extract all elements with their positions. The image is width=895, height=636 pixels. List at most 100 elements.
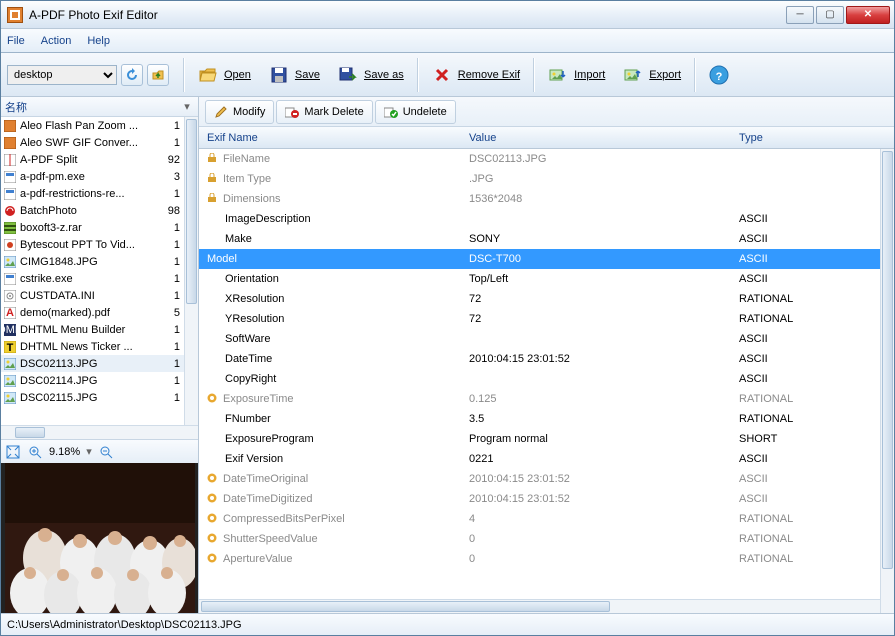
exif-row[interactable]: Dimensions1536*2048 [199,189,880,209]
file-vscrollbar[interactable] [184,117,198,425]
exif-col-name[interactable]: Exif Name [199,132,469,144]
zoom-dropdown-icon[interactable]: ▾ [86,445,92,458]
exif-col-type[interactable]: Type [739,132,894,144]
refresh-icon [125,68,139,82]
file-icon: T [3,340,17,354]
warn-icon [207,533,219,545]
exif-type: ASCII [739,233,880,245]
exif-type: ASCII [739,473,880,485]
file-icon [3,289,17,303]
exif-row[interactable]: ModelDSC-T700ASCII [199,249,880,269]
file-row[interactable]: TDHTML News Ticker ...1 [1,338,184,355]
maximize-button[interactable]: ▢ [816,6,844,24]
file-count: 5 [162,307,182,319]
file-name: Aleo SWF GIF Conver... [20,137,162,149]
exif-row[interactable]: ShutterSpeedValue0RATIONAL [199,529,880,549]
file-row[interactable]: a-pdf-pm.exe3 [1,168,184,185]
file-row[interactable]: DSC02115.JPG1 [1,389,184,406]
file-row[interactable]: Ademo(marked).pdf5 [1,304,184,321]
file-icon [3,119,17,133]
help-button[interactable]: ? [700,58,738,92]
saveas-button[interactable]: Save as [329,58,413,92]
zoom-out-icon[interactable] [98,444,114,460]
exif-row[interactable]: MakeSONYASCII [199,229,880,249]
exif-type: ASCII [739,273,880,285]
exif-row[interactable]: CopyRightASCII [199,369,880,389]
lock-icon [207,193,219,205]
exif-row[interactable]: Item Type.JPG [199,169,880,189]
file-row[interactable]: a-pdf-restrictions-re...1 [1,185,184,202]
file-row[interactable]: DSC02113.JPG1 [1,355,184,372]
file-row[interactable]: cstrike.exe1 [1,270,184,287]
open-button[interactable]: Open [189,58,260,92]
exif-row[interactable]: XResolution72RATIONAL [199,289,880,309]
zoom-in-icon[interactable] [27,444,43,460]
file-row[interactable]: A-PDF Split92 [1,151,184,168]
import-button[interactable]: Import [539,58,614,92]
exif-row[interactable]: FNumber3.5RATIONAL [199,409,880,429]
close-button[interactable]: ✕ [846,6,890,24]
file-icon [3,238,17,252]
file-row[interactable]: DMBDHTML Menu Builder1 [1,321,184,338]
menu-action[interactable]: Action [41,35,72,47]
folder-select[interactable]: desktop [7,65,117,85]
exif-row[interactable]: Exif Version0221ASCII [199,449,880,469]
exif-col-value[interactable]: Value [469,132,739,144]
menu-file[interactable]: File [7,35,25,47]
export-button[interactable]: Export [614,58,690,92]
file-row[interactable]: CUSTDATA.INI1 [1,287,184,304]
minimize-button[interactable]: ─ [786,6,814,24]
up-folder-button[interactable] [147,64,169,86]
edit-toolbar: Modify Mark Delete Undelete [199,97,894,127]
file-name: cstrike.exe [20,273,162,285]
exif-hscrollbar[interactable] [199,599,880,613]
window-title: A-PDF Photo Exif Editor [29,8,786,22]
file-count: 1 [162,375,182,387]
file-count: 92 [162,154,182,166]
file-count: 1 [162,341,182,353]
exif-list[interactable]: FileNameDSC02113.JPGItem Type.JPGDimensi… [199,149,880,599]
file-count: 1 [162,358,182,370]
exif-value: 72 [469,313,739,325]
exif-row[interactable]: SoftWareASCII [199,329,880,349]
exif-name: ApertureValue [199,553,469,565]
modify-button[interactable]: Modify [205,100,274,124]
exif-row[interactable]: DateTimeOriginal2010:04:15 23:01:52ASCII [199,469,880,489]
exif-value: 0 [469,533,739,545]
file-row[interactable]: CIMG1848.JPG1 [1,253,184,270]
file-row[interactable]: DSC02114.JPG1 [1,372,184,389]
exif-row[interactable]: ExposureTime0.125RATIONAL [199,389,880,409]
remove-exif-button[interactable]: Remove Exif [423,58,529,92]
exif-type: ASCII [739,333,880,345]
exif-type: ASCII [739,453,880,465]
file-row[interactable]: boxoft3-z.rar1 [1,219,184,236]
mark-delete-button[interactable]: Mark Delete [276,100,372,124]
file-hscrollbar[interactable] [1,425,198,439]
exif-row[interactable]: YResolution72RATIONAL [199,309,880,329]
refresh-button[interactable] [121,64,143,86]
exif-row[interactable]: CompressedBitsPerPixel4RATIONAL [199,509,880,529]
exif-row[interactable]: ImageDescriptionASCII [199,209,880,229]
menu-help[interactable]: Help [87,35,110,47]
exif-vscrollbar[interactable] [880,149,894,613]
undelete-button[interactable]: Undelete [375,100,456,124]
exif-row[interactable]: ApertureValue0RATIONAL [199,549,880,569]
exif-type: ASCII [739,353,880,365]
file-row[interactable]: Bytescout PPT To Vid...1 [1,236,184,253]
save-button[interactable]: Save [260,58,329,92]
file-row[interactable]: BatchPhoto98 [1,202,184,219]
exif-row[interactable]: DateTime2010:04:15 23:01:52ASCII [199,349,880,369]
file-list[interactable]: Aleo Flash Pan Zoom ...1Aleo SWF GIF Con… [1,117,184,425]
exif-name: DateTimeOriginal [199,473,469,485]
file-row[interactable]: Aleo SWF GIF Conver...1 [1,134,184,151]
exif-row[interactable]: OrientationTop/LeftASCII [199,269,880,289]
file-col-name[interactable]: 名称 [5,99,180,115]
fit-icon[interactable] [5,444,21,460]
file-name: CUSTDATA.INI [20,290,162,302]
warn-icon [207,393,219,405]
exif-row[interactable]: DateTimeDigitized2010:04:15 23:01:52ASCI… [199,489,880,509]
file-row[interactable]: Aleo Flash Pan Zoom ...1 [1,117,184,134]
exif-type: RATIONAL [739,533,880,545]
exif-row[interactable]: ExposureProgramProgram normalSHORT [199,429,880,449]
exif-row[interactable]: FileNameDSC02113.JPG [199,149,880,169]
